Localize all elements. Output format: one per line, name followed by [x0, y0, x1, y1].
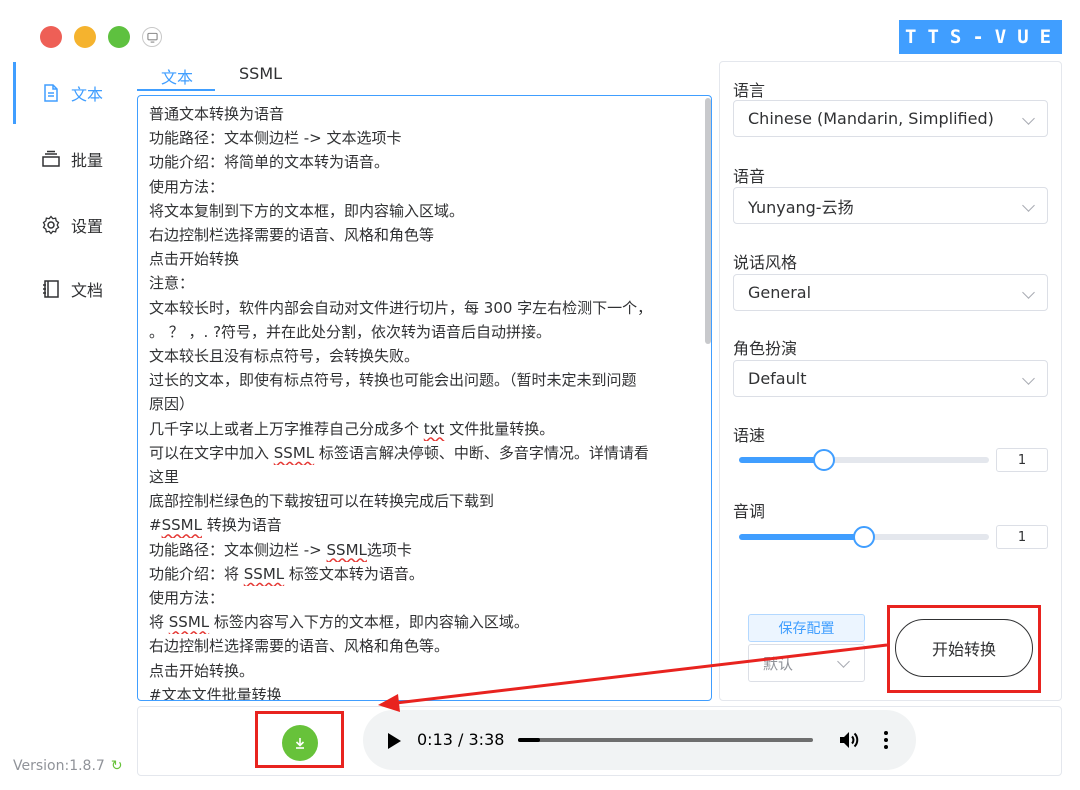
annotation-arrow	[378, 643, 888, 712]
